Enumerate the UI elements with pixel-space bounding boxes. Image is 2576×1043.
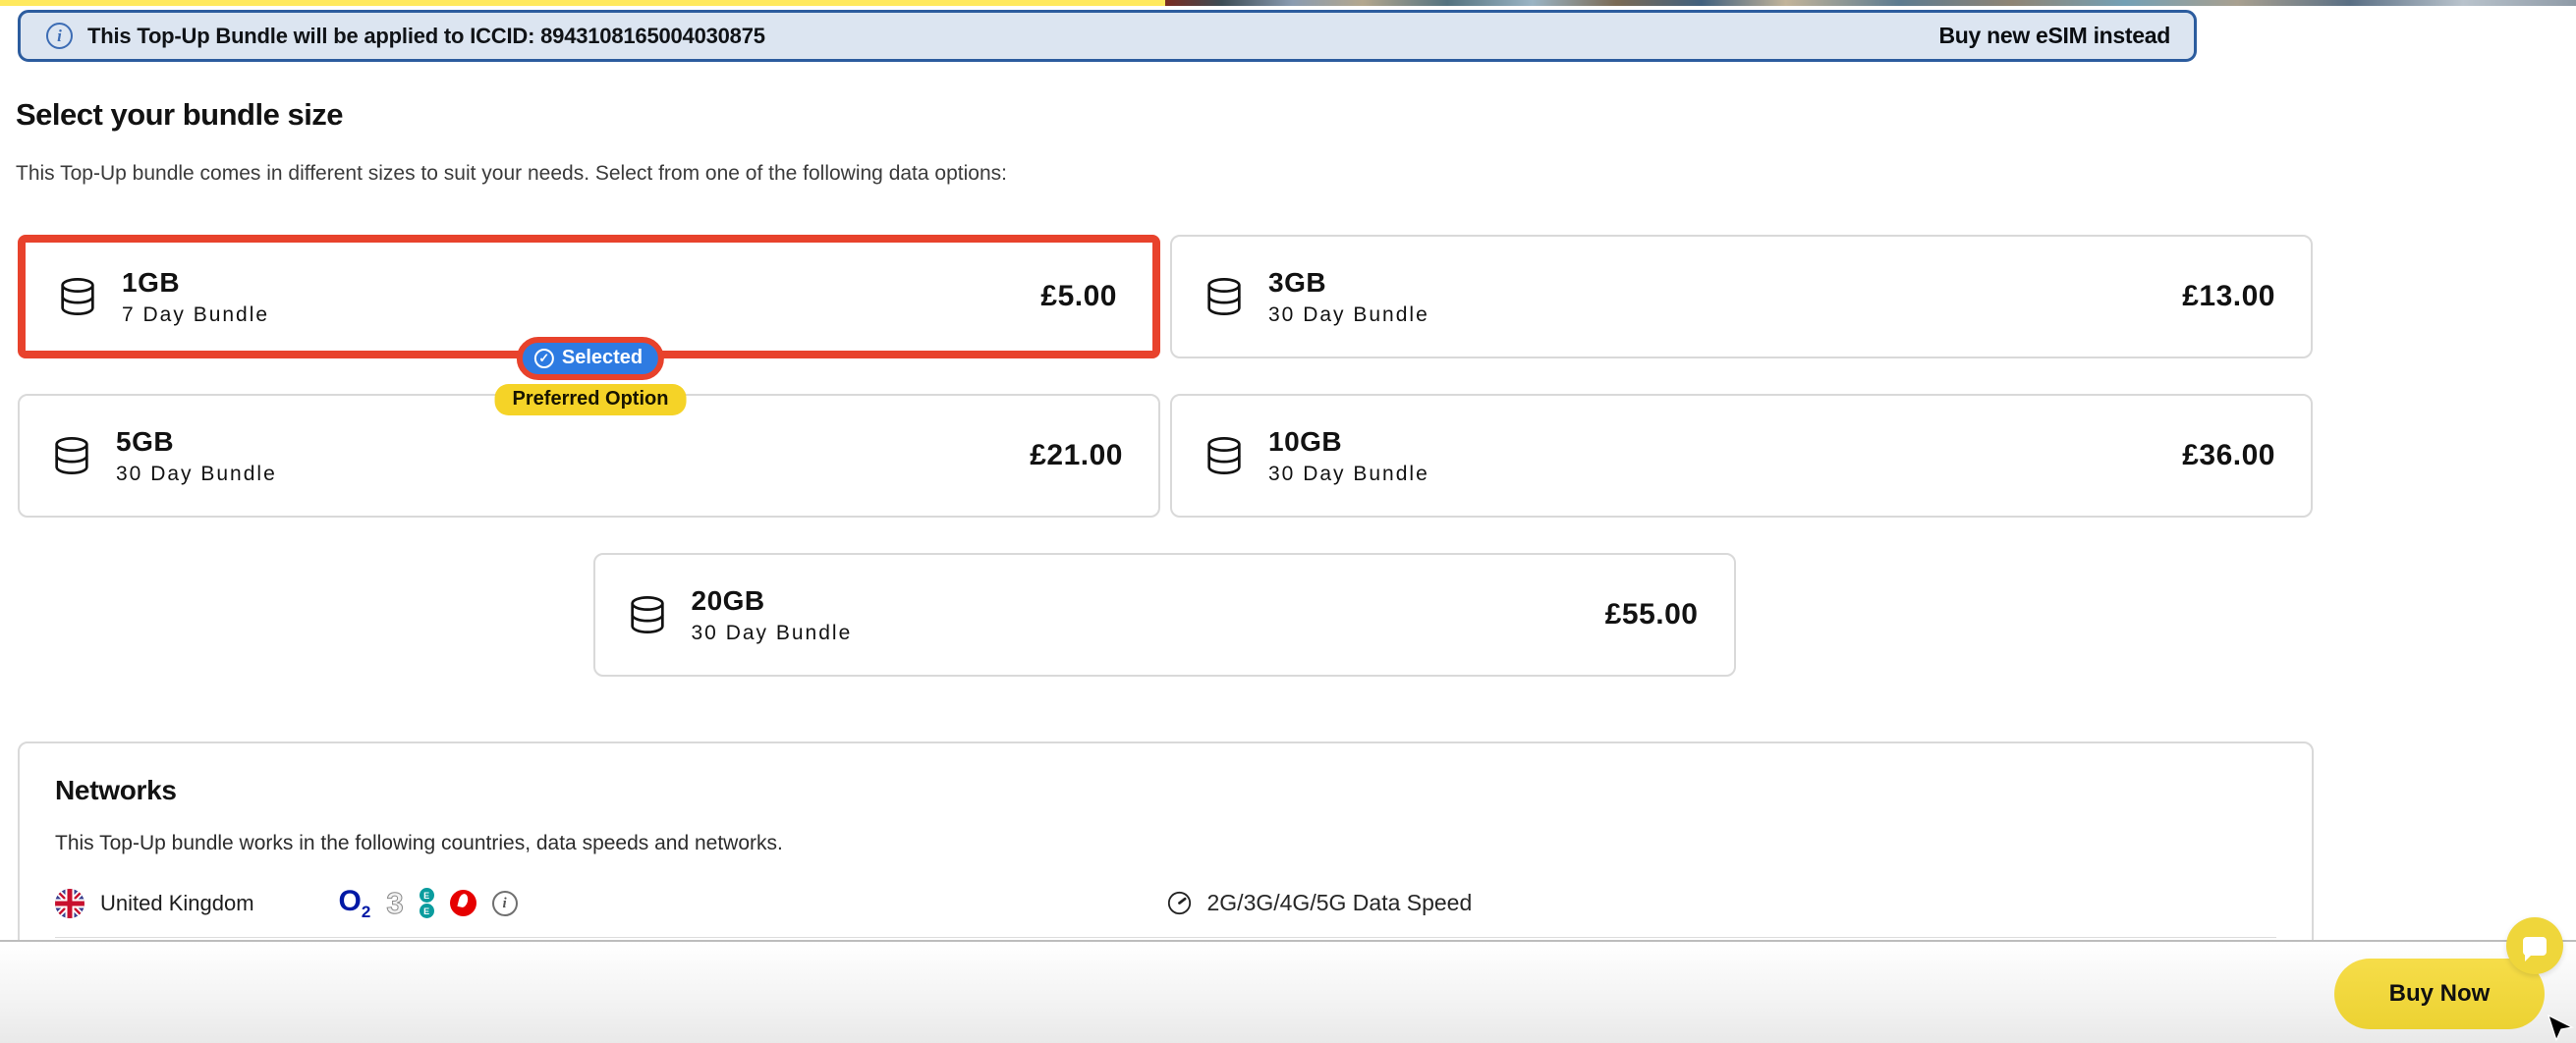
ee-logo-icon: E E [420,888,434,918]
uk-flag-icon [55,889,84,918]
network-info-icon[interactable]: i [492,891,518,916]
country-label: United Kingdom [100,891,254,916]
data-bundle-icon [1202,274,1247,319]
bundle-size: 10GB [1268,426,1429,458]
page-subtitle: This Top-Up bundle comes in different si… [16,162,1007,186]
three-logo-icon: 3 [386,888,403,918]
bundle-price: £55.00 [1605,598,1699,631]
data-bundle-icon [625,592,670,637]
selected-badge: ✓ Selected [517,337,664,380]
bundle-options: 1GB 7 Day Bundle £5.00 3GB 30 Day Bundle… [18,235,2311,677]
info-icon: i [46,23,73,49]
bundle-price: £36.00 [2182,439,2275,472]
data-bundle-icon [55,274,100,319]
bundle-duration: 30 Day Bundle [1268,303,1429,327]
chat-widget-button[interactable] [2506,917,2563,974]
bundle-size: 20GB [692,585,853,617]
data-speed-cell: 2G/3G/4G/5G Data Speed [1166,890,1473,916]
mouse-cursor [2547,1014,2576,1043]
chat-bubble-icon [2523,937,2547,956]
preferred-option-badge: Preferred Option [495,384,687,415]
o2-logo-icon: O2 [339,887,371,920]
iccid-banner: i This Top-Up Bundle will be applied to … [18,10,2197,62]
bundle-option-10gb[interactable]: 10GB 30 Day Bundle £36.00 [1170,394,2313,518]
selected-badge-label: Selected [562,347,643,369]
buy-now-button[interactable]: Buy Now [2334,959,2545,1029]
iccid-banner-message: i This Top-Up Bundle will be applied to … [46,23,765,49]
data-bundle-icon [49,433,94,478]
bundle-size: 3GB [1268,267,1429,299]
networks-title: Networks [55,775,2276,806]
data-speed-label: 2G/3G/4G/5G Data Speed [1207,890,1473,916]
operator-logos: O2 3 E E i [339,887,518,920]
network-row-united-kingdom: United Kingdom O2 3 E E i 2G/3G/4G/5G Da… [55,869,2276,938]
bundle-option-20gb[interactable]: 20GB 30 Day Bundle £55.00 [593,553,1736,677]
bundle-duration: 30 Day Bundle [116,463,277,486]
bundle-price: £5.00 [1040,280,1117,313]
vodafone-logo-icon [450,890,476,916]
page-title: Select your bundle size [16,97,343,133]
bundle-duration: 30 Day Bundle [692,622,853,645]
iccid-banner-text: This Top-Up Bundle will be applied to IC… [87,24,765,49]
bundle-size: 5GB [116,426,277,458]
header-yellow-fragment [0,0,1165,6]
bundle-duration: 7 Day Bundle [122,303,269,327]
bundle-duration: 30 Day Bundle [1268,463,1429,486]
sticky-footer [0,940,2576,1043]
networks-subtitle: This Top-Up bundle works in the followin… [55,832,2276,855]
bundle-option-3gb[interactable]: 3GB 30 Day Bundle £13.00 [1170,235,2313,358]
data-bundle-icon [1202,433,1247,478]
header-photo-fragment [1165,0,2576,6]
buy-new-esim-link[interactable]: Buy new eSIM instead [1938,23,2170,49]
check-icon: ✓ [534,349,554,368]
bundle-price: £21.00 [1030,439,1123,472]
bundle-size: 1GB [122,267,269,299]
cutoff-header-strip [0,0,2576,6]
speedometer-icon [1166,890,1193,916]
country-cell: United Kingdom O2 3 E E i [55,887,1166,920]
bundle-price: £13.00 [2182,280,2275,313]
